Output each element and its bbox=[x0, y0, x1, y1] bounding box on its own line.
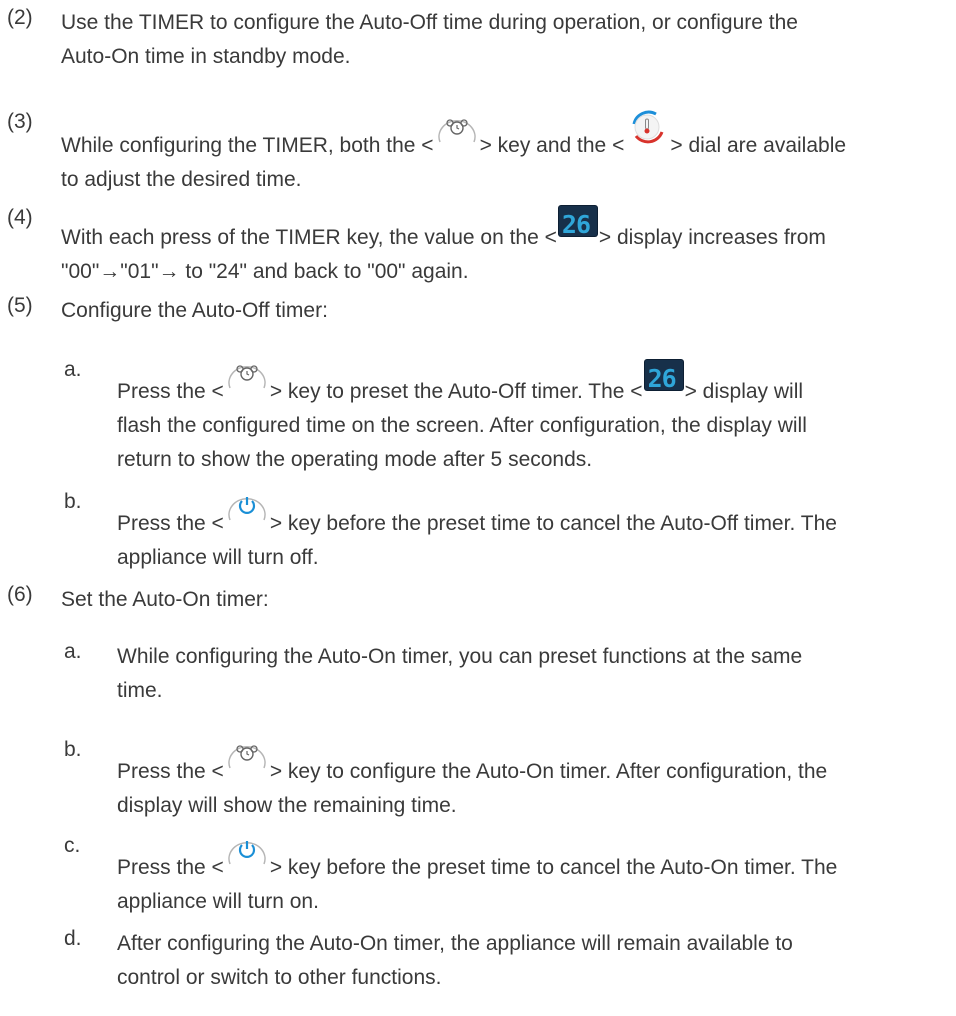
item-text-line: to adjust the desired time. bbox=[61, 168, 302, 191]
item-text-line: flash the configured time on the screen.… bbox=[117, 414, 807, 437]
lcd-display-icon: 26 bbox=[558, 206, 597, 239]
item-number: a. bbox=[64, 640, 82, 663]
item-text-line: While configuring the Auto-On timer, you… bbox=[117, 645, 803, 668]
item-number: b. bbox=[64, 490, 82, 513]
item-text-line: After configuring the Auto-On timer, the… bbox=[117, 932, 793, 955]
item-text: > key before the preset time to cancel t… bbox=[269, 856, 838, 879]
item-number: (3) bbox=[7, 110, 33, 133]
item-text: Press the < bbox=[117, 512, 224, 535]
item-text-line: Use the TIMER to configure the Auto-Off … bbox=[61, 11, 798, 34]
item-text: While configuring the TIMER, both the < bbox=[61, 134, 434, 157]
item-number: a. bbox=[64, 358, 82, 381]
alarm-clock-icon bbox=[226, 738, 268, 771]
item-text: > key before the preset time to cancel t… bbox=[269, 512, 837, 535]
item-text-line: Auto-On time in standby mode. bbox=[61, 45, 351, 68]
item-number: (4) bbox=[7, 206, 33, 229]
item-text-line: appliance will turn on. bbox=[117, 890, 319, 913]
item-text: > dial are available bbox=[670, 134, 847, 157]
item-number: (5) bbox=[7, 294, 33, 317]
item-number: (2) bbox=[7, 6, 33, 29]
item-text: > key and the < bbox=[479, 134, 625, 157]
power-icon bbox=[226, 490, 268, 523]
lcd-display-icon: 26 bbox=[644, 360, 683, 393]
alarm-clock-icon bbox=[226, 358, 268, 391]
item-text: Press the < bbox=[117, 380, 224, 403]
item-text: With each press of the TIMER key, the va… bbox=[61, 226, 557, 249]
item-text-line: control or switch to other functions. bbox=[117, 966, 442, 989]
item-text-line: display will show the remaining time. bbox=[117, 794, 457, 817]
alarm-clock-icon bbox=[436, 112, 478, 145]
item-number: (6) bbox=[7, 583, 33, 606]
thermometer-dial-icon bbox=[626, 110, 668, 144]
item-text: Press the < bbox=[117, 760, 224, 783]
item-text: > display increases from bbox=[598, 226, 826, 249]
item-text-line: time. bbox=[117, 679, 163, 702]
item-text: > key to preset the Auto-Off timer. The … bbox=[269, 380, 643, 403]
item-text-line: appliance will turn off. bbox=[117, 546, 319, 569]
item-number: c. bbox=[64, 834, 81, 857]
item-text: Press the < bbox=[117, 856, 224, 879]
item-text-line: Configure the Auto-Off timer: bbox=[61, 299, 328, 322]
item-number: b. bbox=[64, 738, 82, 761]
item-number: d. bbox=[64, 927, 82, 950]
item-text: > display will bbox=[684, 380, 804, 403]
item-text-line: return to show the operating mode after … bbox=[117, 448, 593, 471]
item-text-line: Set the Auto-On timer: bbox=[61, 588, 269, 611]
power-icon bbox=[226, 834, 268, 867]
item-text: > key to configure the Auto-On timer. Af… bbox=[269, 760, 828, 783]
item-text-line: "00"→"01"→ to "24" and back to "00" agai… bbox=[61, 260, 469, 283]
